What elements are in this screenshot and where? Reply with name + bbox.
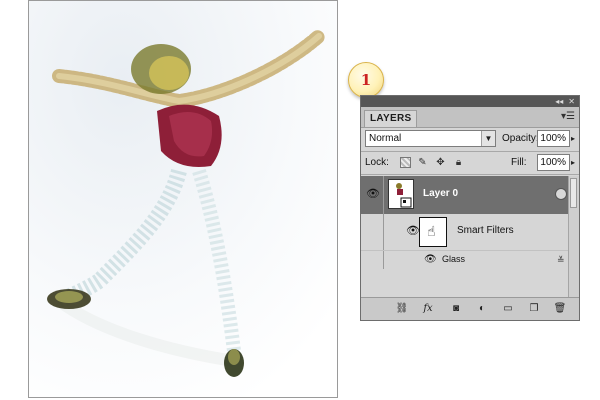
lock-position-icon[interactable]: ✥ xyxy=(435,157,446,168)
smart-filters-label: Smart Filters xyxy=(457,225,514,236)
divider xyxy=(361,151,579,152)
glass-figure-illustration xyxy=(29,1,337,397)
eye-icon[interactable]: 👁︎ xyxy=(366,189,380,200)
step-badge: 1 xyxy=(348,62,384,98)
chevron-down-icon[interactable]: ▼ xyxy=(481,131,495,146)
smart-filter-icon[interactable] xyxy=(555,188,567,200)
lock-all-icon[interactable]: 🔒︎ xyxy=(453,157,464,168)
mask-icon[interactable]: ◙ xyxy=(449,302,463,316)
lock-transparency-icon[interactable] xyxy=(400,157,411,168)
filter-row-glass[interactable]: 👁︎ Glass ≚ xyxy=(361,250,579,269)
fill-input[interactable]: 100% xyxy=(537,154,570,171)
trash-icon[interactable]: 🗑︎ xyxy=(553,302,567,316)
link-icon[interactable]: ⛓︎ xyxy=(395,302,409,316)
filter-name[interactable]: Glass xyxy=(442,254,465,264)
tab-layers[interactable]: LAYERS xyxy=(364,110,418,127)
blend-mode-select[interactable]: Normal ▼ xyxy=(365,130,496,147)
layers-list: 👁︎ Layer 0 👁︎ ☝︎ Smart Filters 👁︎ Glass … xyxy=(361,176,579,298)
panel-tab-row: LAYERS ▾☰ xyxy=(361,107,579,128)
layer-row-layer0[interactable]: 👁︎ Layer 0 xyxy=(361,176,579,214)
thumbnail-figure xyxy=(396,183,412,208)
opacity-label: Opacity: xyxy=(502,133,539,144)
divider xyxy=(361,174,579,175)
step-number: 1 xyxy=(360,71,372,89)
filter-blending-options-icon[interactable]: ≚ xyxy=(557,256,565,265)
visibility-column: 👁︎ xyxy=(361,176,384,214)
panel-menu-icon[interactable]: ▾☰ xyxy=(561,112,575,122)
collapse-icon[interactable]: ◂◂ xyxy=(555,97,563,106)
smart-filters-row[interactable]: 👁︎ ☝︎ Smart Filters xyxy=(361,214,579,250)
hand-cursor-icon: ☝︎ xyxy=(427,223,436,239)
canvas-image xyxy=(28,0,338,398)
adjustment-icon[interactable]: ◐ xyxy=(475,302,489,316)
layer-name[interactable]: Layer 0 xyxy=(423,188,458,199)
filter-mask-thumbnail[interactable]: ☝︎ xyxy=(419,217,447,247)
opacity-dropdown-icon[interactable]: ▸ xyxy=(571,130,575,147)
fx-icon[interactable]: fx xyxy=(421,302,435,316)
new-layer-icon[interactable]: ❐ xyxy=(527,302,541,316)
layers-panel: ◂◂ ✕ LAYERS ▾☰ Normal ▼ Opacity: 100% ▸ … xyxy=(360,95,580,321)
visibility-column xyxy=(361,251,384,269)
panel-bottom-toolbar: ⛓︎ fx ◙ ◐ ▭ ❐ 🗑︎ xyxy=(361,297,579,320)
opacity-input[interactable]: 100% xyxy=(537,130,570,147)
layers-scrollbar[interactable] xyxy=(568,176,579,298)
layer-thumbnail[interactable] xyxy=(388,179,414,209)
fill-dropdown-icon[interactable]: ▸ xyxy=(571,154,575,171)
lock-label: Lock: xyxy=(365,157,389,168)
scrollbar-thumb[interactable] xyxy=(570,178,577,208)
eye-icon[interactable]: 👁︎ xyxy=(406,226,420,237)
close-icon[interactable]: ✕ xyxy=(568,97,575,106)
blend-row: Normal ▼ Opacity: 100% ▸ xyxy=(365,130,577,148)
fill-label: Fill: xyxy=(511,157,527,168)
lock-paint-icon[interactable]: ✎ xyxy=(417,157,428,168)
panel-titlebar: ◂◂ ✕ xyxy=(361,96,579,107)
eye-icon[interactable]: 👁︎ xyxy=(424,254,437,265)
visibility-column xyxy=(361,214,384,250)
lock-row: Lock: ✎ ✥ 🔒︎ Fill: 100% ▸ xyxy=(365,154,577,172)
folder-icon[interactable]: ▭ xyxy=(501,302,515,316)
blend-mode-value: Normal xyxy=(369,133,402,144)
